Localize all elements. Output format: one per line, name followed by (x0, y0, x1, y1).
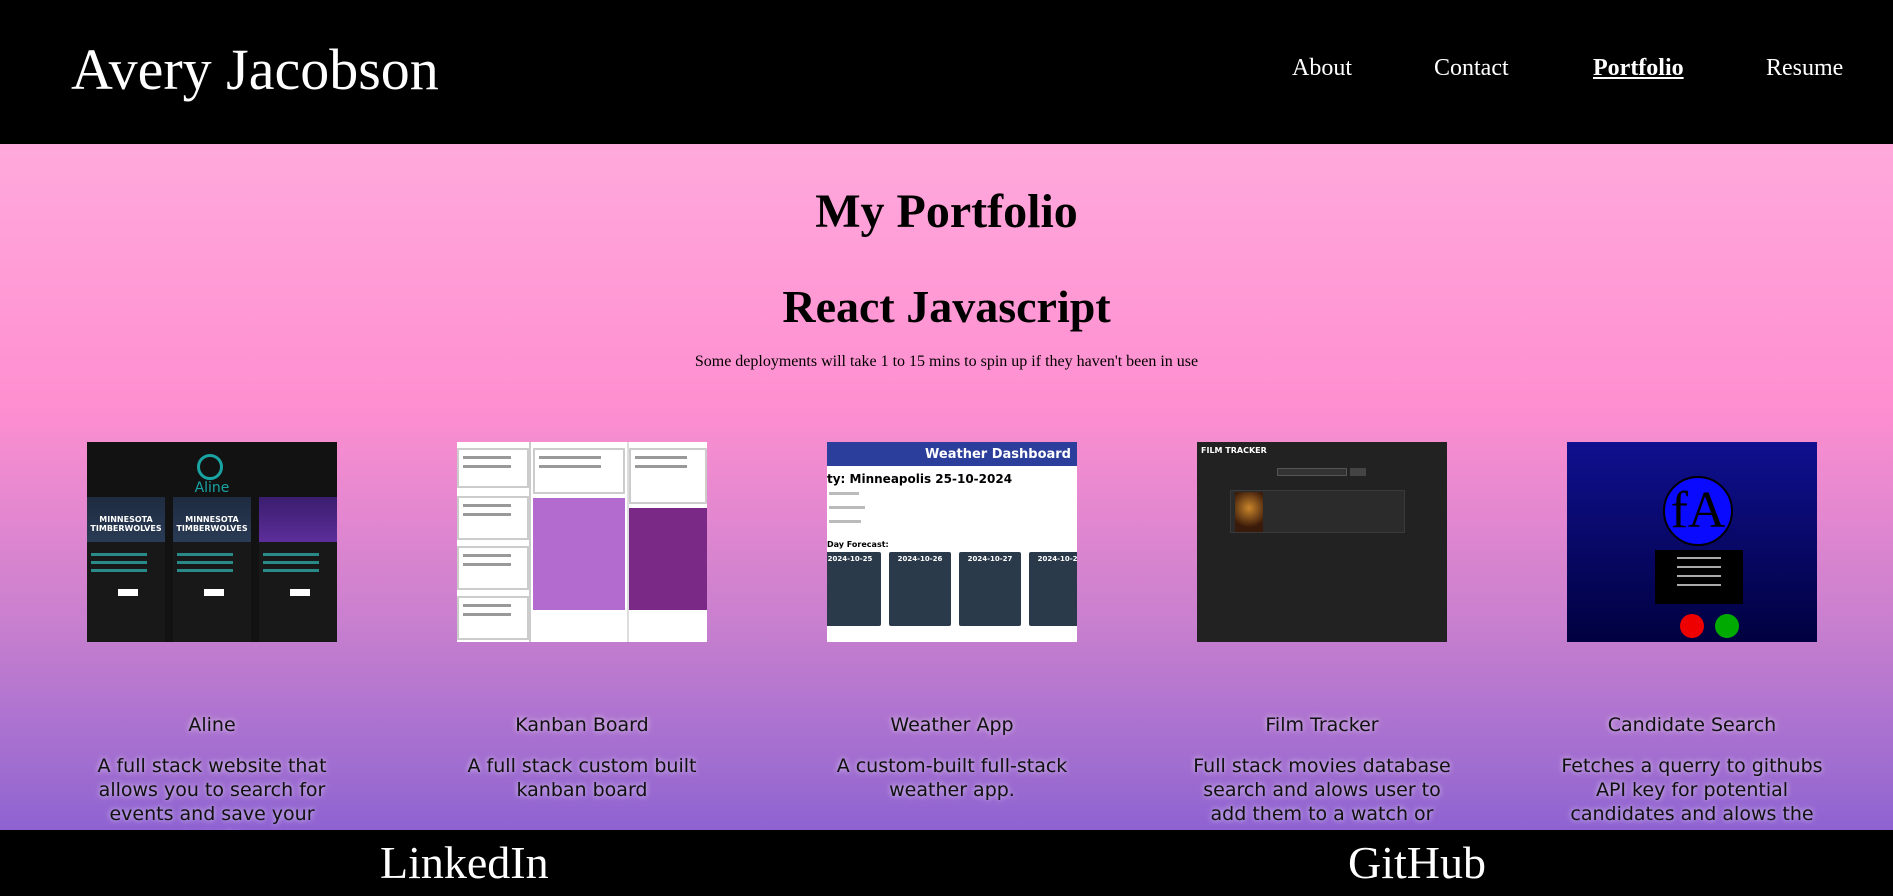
project-title: Film Tracker (1265, 714, 1379, 736)
site-header: Avery Jacobson About Contact Portfolio R… (0, 0, 1893, 144)
film-tracker-logo: FILM TRACKER (1201, 446, 1267, 455)
aline-event-column (259, 497, 337, 642)
project-title: Aline (188, 714, 236, 736)
reject-button-icon (1680, 614, 1704, 638)
deployment-note: Some deployments will take 1 to 15 mins … (694, 353, 1199, 370)
footer-linkedin-link[interactable]: LinkedIn (380, 836, 549, 889)
forecast-day: 2024-10-26 (889, 552, 951, 626)
project-thumbnail-weather[interactable]: Weather Dashboard ty: Minneapolis 25-10-… (827, 442, 1077, 642)
project-description: A full stack custom built kanban board (467, 755, 697, 801)
candidate-avatar: fA (1663, 476, 1733, 546)
aline-event-column: MINNESOTA TIMBERWOLVES (87, 497, 165, 642)
weather-header: Weather Dashboard (827, 442, 1077, 466)
forecast-day: 2024-10-27 (959, 552, 1021, 626)
project-card-film-tracker: FILM TRACKER Film Tracker Full stack mov… (1172, 442, 1472, 826)
project-description: Full stack movies database search and al… (1193, 755, 1451, 825)
project-title: Kanban Board (515, 714, 649, 736)
film-search-bar (1277, 468, 1347, 476)
project-description: A custom-built full-stack weather app. (836, 755, 1068, 801)
forecast-day: 2024-10-25 (827, 552, 881, 626)
aline-event-column: MINNESOTA TIMBERWOLVES (173, 497, 251, 642)
forecast-label: Day Forecast: (827, 540, 889, 549)
project-title: Weather App (890, 714, 1014, 736)
forecast-day: 2024-10-28 (1029, 552, 1077, 626)
project-card-weather: Weather Dashboard ty: Minneapolis 25-10-… (802, 442, 1102, 802)
candidate-info-box (1655, 550, 1743, 604)
location-pin-icon (197, 454, 223, 480)
page-title: My Portfolio (815, 185, 1078, 238)
movie-poster (1235, 492, 1263, 532)
project-title: Candidate Search (1607, 714, 1777, 736)
site-brand[interactable]: Avery Jacobson (71, 36, 439, 103)
project-thumbnail-aline[interactable]: Aline MINNESOTA TIMBERWOLVES MINNESOTA T… (87, 442, 337, 642)
nav-resume[interactable]: Resume (1766, 55, 1843, 82)
project-thumbnail-kanban[interactable] (457, 442, 707, 642)
project-card-candidate-search: fA Candidate Search Fetches a querry to … (1542, 442, 1842, 826)
weather-city: ty: Minneapolis 25-10-2024 (827, 472, 1013, 486)
nav-portfolio[interactable]: Portfolio (1593, 55, 1684, 82)
accept-button-icon (1715, 614, 1739, 638)
nav-about[interactable]: About (1292, 55, 1352, 82)
project-thumbnail-film-tracker[interactable]: FILM TRACKER (1197, 442, 1447, 642)
aline-logo-text: Aline (194, 480, 230, 496)
nav-contact[interactable]: Contact (1434, 55, 1509, 82)
site-footer: LinkedIn GitHub (0, 830, 1893, 896)
portfolio-main: My Portfolio React Javascript Some deplo… (0, 144, 1893, 830)
section-title: React Javascript (782, 281, 1111, 332)
project-card-aline: Aline MINNESOTA TIMBERWOLVES MINNESOTA T… (62, 442, 362, 830)
project-thumbnail-candidate-search[interactable]: fA (1567, 442, 1817, 642)
footer-github-link[interactable]: GitHub (1348, 836, 1486, 889)
project-description: A full stack website that allows you to … (97, 755, 327, 830)
project-card-kanban: Kanban Board A full stack custom built k… (432, 442, 732, 802)
project-description: Fetches a querry to githubs API key for … (1561, 755, 1823, 825)
